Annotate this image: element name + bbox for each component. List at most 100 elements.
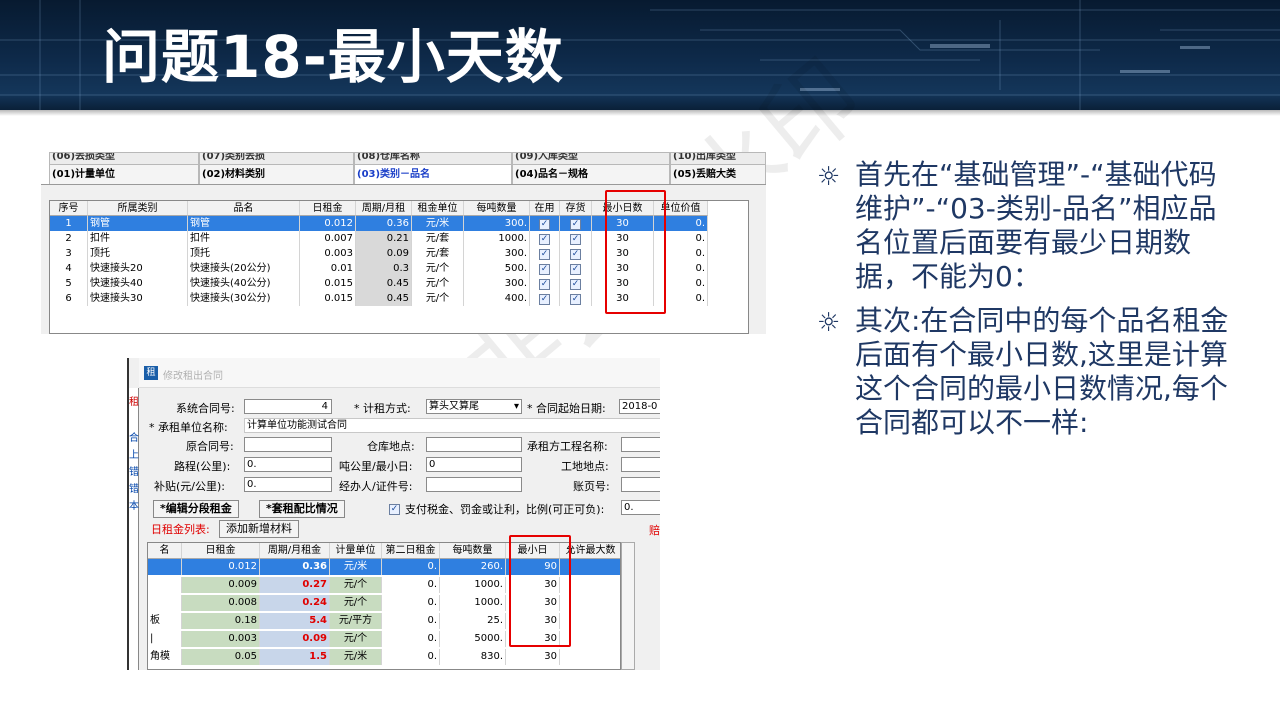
table-cell[interactable]: | bbox=[148, 631, 182, 647]
checkbox[interactable]: ✓ bbox=[570, 234, 581, 245]
col-header[interactable]: 日租金 bbox=[300, 201, 356, 216]
table-cell[interactable]: 元/套 bbox=[412, 231, 464, 246]
table-cell[interactable]: 0.012 bbox=[300, 216, 356, 231]
min-days-cell[interactable]: 30 bbox=[506, 649, 560, 665]
warehouse-field[interactable] bbox=[426, 437, 522, 452]
table-cell[interactable]: 0. bbox=[382, 577, 440, 593]
tab-item-spec[interactable]: (04)品名－规格 bbox=[512, 164, 670, 184]
checkbox[interactable]: ✓ bbox=[570, 249, 581, 260]
checkbox[interactable]: ✓ bbox=[539, 264, 550, 275]
table-cell[interactable]: 0. bbox=[382, 613, 440, 629]
table-cell[interactable]: 0.27 bbox=[260, 577, 330, 593]
lessee-unit-field[interactable]: 计算单位功能测试合同 bbox=[244, 418, 660, 433]
table-cell[interactable]: 0.003 bbox=[300, 246, 356, 261]
table-cell[interactable]: 快速接头30 bbox=[88, 291, 188, 306]
checkbox-cell[interactable]: ✓ bbox=[560, 246, 592, 261]
checkbox-cell[interactable]: ✓ bbox=[530, 231, 560, 246]
table-cell[interactable]: 0.45 bbox=[356, 291, 412, 306]
tab-compensation-class[interactable]: (05)丢赔大类 bbox=[670, 164, 766, 184]
table-cell[interactable]: 快速接头20 bbox=[88, 261, 188, 276]
col-header[interactable]: 周期/月租金 bbox=[260, 543, 330, 559]
tab-warehouse-name[interactable]: (08)仓库名称 bbox=[354, 152, 512, 164]
table-cell[interactable]: 0. bbox=[382, 649, 440, 665]
checkbox[interactable]: ✓ bbox=[570, 219, 581, 230]
col-header[interactable]: 每吨数量 bbox=[440, 543, 506, 559]
tab-unit[interactable]: (01)计量单位 bbox=[49, 164, 199, 184]
table-cell[interactable]: 0.3 bbox=[356, 261, 412, 276]
table-cell[interactable]: 元/米 bbox=[330, 649, 382, 665]
table-cell[interactable]: 元/个 bbox=[412, 276, 464, 291]
checkbox[interactable]: ✓ bbox=[539, 219, 550, 230]
table-cell[interactable]: 0.05 bbox=[182, 649, 260, 665]
table-cell[interactable]: 0.008 bbox=[182, 595, 260, 611]
checkbox[interactable]: ✓ bbox=[570, 294, 581, 305]
calc-method-select[interactable]: 算头又算尾 ▾ bbox=[426, 399, 522, 414]
col-header[interactable]: 在用 bbox=[530, 201, 560, 216]
package-ratio-button[interactable]: *套租配比情况 bbox=[259, 500, 345, 518]
table-cell[interactable]: 0.36 bbox=[260, 559, 330, 575]
start-date-field[interactable]: 2018-0 bbox=[619, 399, 660, 414]
table-cell[interactable]: 300. bbox=[464, 246, 530, 261]
table-cell[interactable]: 0.36 bbox=[356, 216, 412, 231]
table-cell[interactable]: 0.003 bbox=[182, 631, 260, 647]
col-header[interactable]: 第二日租金 bbox=[382, 543, 440, 559]
tab-category-loss[interactable]: (07)类别丢损 bbox=[199, 152, 354, 164]
table-cell[interactable]: 0.21 bbox=[356, 231, 412, 246]
table-cell[interactable]: 0.09 bbox=[260, 631, 330, 647]
tab-inbound-type[interactable]: (09)入库类型 bbox=[512, 152, 670, 164]
checkbox-cell[interactable]: ✓ bbox=[560, 216, 592, 231]
table-cell[interactable] bbox=[148, 559, 182, 575]
table-cell[interactable] bbox=[560, 649, 620, 665]
table-cell[interactable]: 快速接头(40公分) bbox=[188, 276, 300, 291]
tab-material-category[interactable]: (02)材料类别 bbox=[199, 164, 354, 184]
col-header[interactable]: 周期/月租 bbox=[356, 201, 412, 216]
table-cell[interactable]: 830. bbox=[440, 649, 506, 665]
table-cell[interactable]: 500. bbox=[464, 261, 530, 276]
table-cell[interactable]: 0. bbox=[382, 559, 440, 575]
table-cell[interactable]: 0.007 bbox=[300, 231, 356, 246]
checkbox[interactable]: ✓ bbox=[570, 264, 581, 275]
table-cell[interactable]: 顶托 bbox=[188, 246, 300, 261]
table-cell[interactable]: 快速接头(20公分) bbox=[188, 261, 300, 276]
table-cell[interactable]: 顶托 bbox=[88, 246, 188, 261]
subsidy-field[interactable]: 0. bbox=[244, 477, 332, 492]
project-name-field[interactable] bbox=[621, 437, 660, 452]
sys-contract-field[interactable]: 4 bbox=[244, 399, 332, 414]
table-cell[interactable]: 0. bbox=[382, 631, 440, 647]
table-cell[interactable]: 25. bbox=[440, 613, 506, 629]
table-cell[interactable] bbox=[148, 577, 182, 593]
table-cell[interactable]: 0.015 bbox=[300, 291, 356, 306]
checkbox-cell[interactable]: ✓ bbox=[560, 261, 592, 276]
account-field[interactable] bbox=[621, 477, 660, 492]
checkbox-cell[interactable]: ✓ bbox=[530, 216, 560, 231]
table-cell[interactable]: 0.09 bbox=[356, 246, 412, 261]
table-cell[interactable]: 0.24 bbox=[260, 595, 330, 611]
checkbox-cell[interactable]: ✓ bbox=[530, 276, 560, 291]
table-cell[interactable]: 0.45 bbox=[356, 276, 412, 291]
table-cell[interactable]: 400. bbox=[464, 291, 530, 306]
table-cell[interactable]: 0.012 bbox=[182, 559, 260, 575]
table-cell[interactable]: 元/个 bbox=[330, 631, 382, 647]
checkbox[interactable]: ✓ bbox=[539, 234, 550, 245]
site-field[interactable] bbox=[621, 457, 660, 472]
add-material-button[interactable]: 添加新增材料 bbox=[219, 520, 299, 538]
checkbox[interactable]: ✓ bbox=[539, 294, 550, 305]
orig-contract-field[interactable] bbox=[244, 437, 332, 452]
chevron-down-icon[interactable]: ▾ bbox=[514, 400, 519, 413]
checkbox[interactable]: ✓ bbox=[539, 249, 550, 260]
checkbox-cell[interactable]: ✓ bbox=[530, 291, 560, 306]
checkbox-cell[interactable]: ✓ bbox=[530, 246, 560, 261]
table-cell[interactable]: 元/个 bbox=[330, 595, 382, 611]
table-cell[interactable]: 钢管 bbox=[188, 216, 300, 231]
table-cell[interactable]: 0.18 bbox=[182, 613, 260, 629]
table-cell[interactable]: 5000. bbox=[440, 631, 506, 647]
table-cell[interactable]: 1000. bbox=[440, 577, 506, 593]
table-row[interactable]: 角模 0.05 1.5 元/米 0. 830. 30 bbox=[148, 649, 620, 665]
tax-checkbox[interactable]: ✓ bbox=[389, 504, 400, 515]
col-header[interactable]: 存货 bbox=[560, 201, 592, 216]
distance-field[interactable]: 0. bbox=[244, 457, 332, 472]
col-header[interactable]: 品名 bbox=[188, 201, 300, 216]
table-cell[interactable]: 元/个 bbox=[330, 577, 382, 593]
vertical-scrollbar[interactable] bbox=[621, 542, 635, 670]
table-cell[interactable]: 元/个 bbox=[412, 291, 464, 306]
